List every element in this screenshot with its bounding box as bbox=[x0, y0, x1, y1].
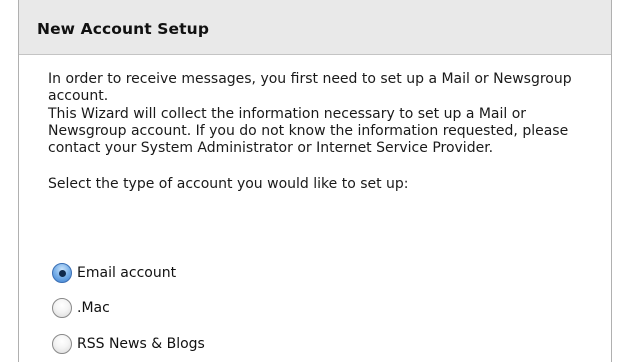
radio-selected-dot-icon bbox=[58, 269, 66, 277]
radio-button-email-account[interactable] bbox=[52, 263, 72, 283]
radio-option-email-account[interactable]: Email account bbox=[52, 262, 176, 284]
wizard-header: New Account Setup bbox=[19, 0, 611, 55]
radio-button-mac[interactable] bbox=[52, 298, 72, 318]
intro-text: In order to receive messages, you first … bbox=[48, 71, 572, 104]
radio-label-rss-news-blogs[interactable]: RSS News & Blogs bbox=[77, 336, 205, 352]
radio-label-email-account[interactable]: Email account bbox=[77, 265, 176, 281]
radio-label-mac[interactable]: .Mac bbox=[77, 300, 110, 316]
wizard-panel: New Account Setup In order to receive me… bbox=[18, 0, 612, 362]
radio-option-mac[interactable]: .Mac bbox=[52, 297, 110, 319]
page-title: New Account Setup bbox=[37, 20, 210, 38]
wizard-description-text: This Wizard will collect the information… bbox=[48, 106, 569, 156]
account-type-prompt: Select the type of account you would lik… bbox=[48, 176, 409, 192]
radio-button-rss-news-blogs[interactable] bbox=[52, 334, 72, 354]
radio-option-rss-news-blogs[interactable]: RSS News & Blogs bbox=[52, 333, 205, 355]
